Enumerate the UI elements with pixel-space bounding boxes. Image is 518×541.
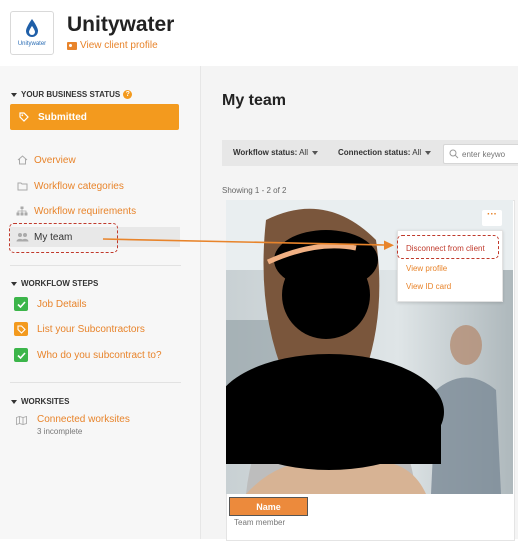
team-member-role: Team member xyxy=(234,518,286,527)
annotation-arrow xyxy=(102,238,394,250)
team-member-name[interactable]: Name xyxy=(229,497,308,516)
